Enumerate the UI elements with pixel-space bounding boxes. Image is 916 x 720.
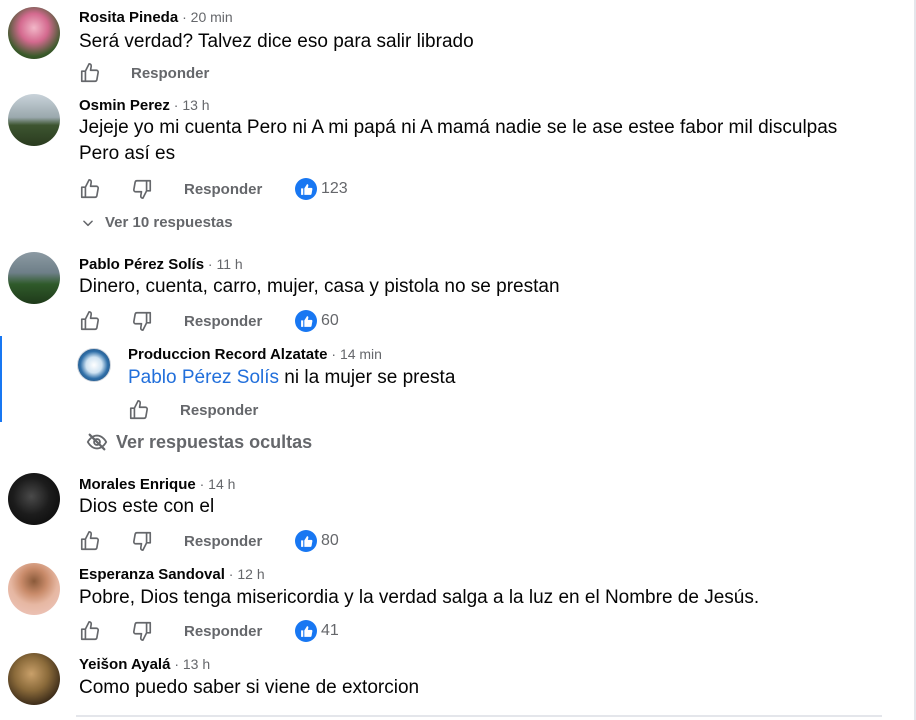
comment-header: Yeišon Ayalá · 13 h [79, 656, 211, 673]
avatar[interactable] [8, 473, 60, 525]
like-button[interactable] [79, 619, 101, 643]
thumbs-down-outline-icon [132, 621, 152, 641]
timestamp[interactable]: 11 h [217, 256, 243, 272]
author-name[interactable]: Osmin Perez [79, 97, 170, 114]
comment-actions: Responder 41 [79, 619, 379, 643]
eye-slash-icon [86, 433, 108, 451]
comment-text-line-2: Pero así es [79, 143, 176, 164]
like-button[interactable] [79, 529, 101, 553]
reply-button[interactable]: Responder [184, 619, 262, 643]
author-name[interactable]: Produccion Record Alzatate [128, 346, 327, 363]
reaction-count: 123 [321, 180, 348, 197]
dislike-button[interactable] [131, 309, 153, 333]
avatar[interactable] [8, 94, 60, 146]
comment-text: Será verdad? Talvez dice eso para salir … [79, 31, 474, 52]
thumbs-up-outline-icon [80, 531, 100, 551]
reaction-summary[interactable]: 41 [295, 619, 339, 643]
thumbs-up-outline-icon [80, 63, 100, 83]
comment-actions: Responder [79, 61, 379, 85]
thumbs-up-outline-icon [80, 179, 100, 199]
like-button[interactable] [79, 61, 101, 85]
comment-yeison-ayala: Yeišon Ayalá · 13 h Como puedo saber si … [0, 648, 900, 720]
thumbs-up-outline-icon [129, 400, 149, 420]
comment-actions: Responder 80 [79, 529, 379, 553]
thumbs-down-outline-icon [132, 179, 152, 199]
comment-actions: Responder 123 [79, 177, 379, 201]
reply-button[interactable]: Responder [184, 309, 262, 333]
reaction-summary[interactable]: 60 [295, 309, 339, 333]
avatar[interactable] [77, 348, 111, 382]
timestamp[interactable]: 14 min [340, 346, 382, 362]
comment-actions: Responder [128, 398, 328, 422]
hidden-replies-button[interactable]: Ver respuestas ocultas [86, 431, 312, 453]
comment-header: Morales Enrique · 14 h [79, 476, 236, 493]
reply-button[interactable]: Responder [131, 61, 209, 85]
hidden-replies-label: Ver respuestas ocultas [116, 431, 313, 452]
reaction-summary[interactable]: 80 [295, 529, 339, 553]
reply-text: ni la mujer se presta [279, 367, 456, 388]
comment-text: Pablo Pérez Solís ni la mujer se presta [128, 365, 455, 391]
reply-button[interactable]: Responder [184, 177, 262, 201]
comment-header: Rosita Pineda · 20 min [79, 9, 233, 26]
avatar[interactable] [8, 7, 60, 59]
timestamp[interactable]: 12 h [237, 566, 264, 582]
thumbs-up-outline-icon [80, 621, 100, 641]
comments-panel: Rosita Pineda · 20 min Será verdad? Talv… [0, 0, 916, 720]
author-name[interactable]: Morales Enrique [79, 476, 196, 493]
reaction-count: 60 [321, 312, 339, 329]
comment-header: Produccion Record Alzatate · 14 min [128, 346, 382, 363]
comment-header: Osmin Perez · 13 h [79, 97, 210, 114]
comment-header: Pablo Pérez Solís · 11 h [79, 256, 243, 273]
author-name[interactable]: Pablo Pérez Solís [79, 256, 204, 273]
author-name[interactable]: Esperanza Sandoval [79, 566, 225, 583]
like-button[interactable] [128, 398, 150, 422]
comment-text: Pobre, Dios tenga misericordia y la verd… [79, 587, 760, 608]
dislike-button[interactable] [131, 177, 153, 201]
avatar[interactable] [8, 653, 60, 705]
comment-text: Dinero, cuenta, carro, mujer, casa y pis… [79, 276, 560, 297]
reply-produccion-record-alzatate: Produccion Record Alzatate · 14 min Pabl… [0, 340, 900, 430]
comment-osmin-perez: Osmin Perez · 13 h Jejeje yo mi cuenta P… [0, 90, 900, 250]
like-reaction-icon [295, 620, 317, 642]
comment-header: Esperanza Sandoval · 12 h [79, 566, 265, 583]
timestamp[interactable]: 20 min [191, 9, 233, 25]
comment-text-line-1: Jejeje yo mi cuenta Pero ni A mi papá ni… [79, 117, 838, 138]
reaction-count: 41 [321, 622, 339, 639]
comment-pablo-perez-solis: Pablo Pérez Solís · 11 h Dinero, cuenta,… [0, 248, 900, 338]
avatar[interactable] [8, 563, 60, 615]
author-name[interactable]: Yeišon Ayalá [79, 656, 170, 673]
avatar[interactable] [8, 252, 60, 304]
mention-link[interactable]: Pablo Pérez Solís [128, 367, 279, 388]
like-reaction-icon [295, 178, 317, 200]
reaction-count: 80 [321, 532, 339, 549]
like-reaction-icon [295, 530, 317, 552]
chevron-down-icon [83, 219, 93, 226]
composer-divider [76, 715, 882, 717]
thumbs-down-outline-icon [132, 311, 152, 331]
comment-text: Dios este con el [79, 496, 215, 517]
like-button[interactable] [79, 309, 101, 333]
comment-morales-enrique: Morales Enrique · 14 h Dios este con el … [0, 468, 900, 558]
thumbs-up-outline-icon [80, 311, 100, 331]
reaction-summary[interactable]: 123 [295, 177, 348, 201]
dislike-button[interactable] [131, 529, 153, 553]
timestamp[interactable]: 14 h [208, 476, 235, 492]
timestamp[interactable]: 13 h [183, 656, 210, 672]
comment-rosita-pineda: Rosita Pineda · 20 min Será verdad? Talv… [0, 0, 900, 90]
view-replies-button[interactable]: Ver 10 respuestas [81, 214, 233, 231]
comment-text: Como puedo saber si viene de extorcion [79, 677, 420, 698]
reply-button[interactable]: Responder [184, 529, 262, 553]
reply-button[interactable]: Responder [180, 398, 258, 422]
comment-actions: Responder 60 [79, 309, 379, 333]
author-name[interactable]: Rosita Pineda [79, 9, 178, 26]
timestamp[interactable]: 13 h [182, 97, 209, 113]
thumbs-down-outline-icon [132, 531, 152, 551]
comment-esperanza-sandoval: Esperanza Sandoval · 12 h Pobre, Dios te… [0, 558, 900, 648]
dislike-button[interactable] [131, 619, 153, 643]
view-replies-label: Ver 10 respuestas [105, 214, 233, 231]
like-reaction-icon [295, 310, 317, 332]
like-button[interactable] [79, 177, 101, 201]
